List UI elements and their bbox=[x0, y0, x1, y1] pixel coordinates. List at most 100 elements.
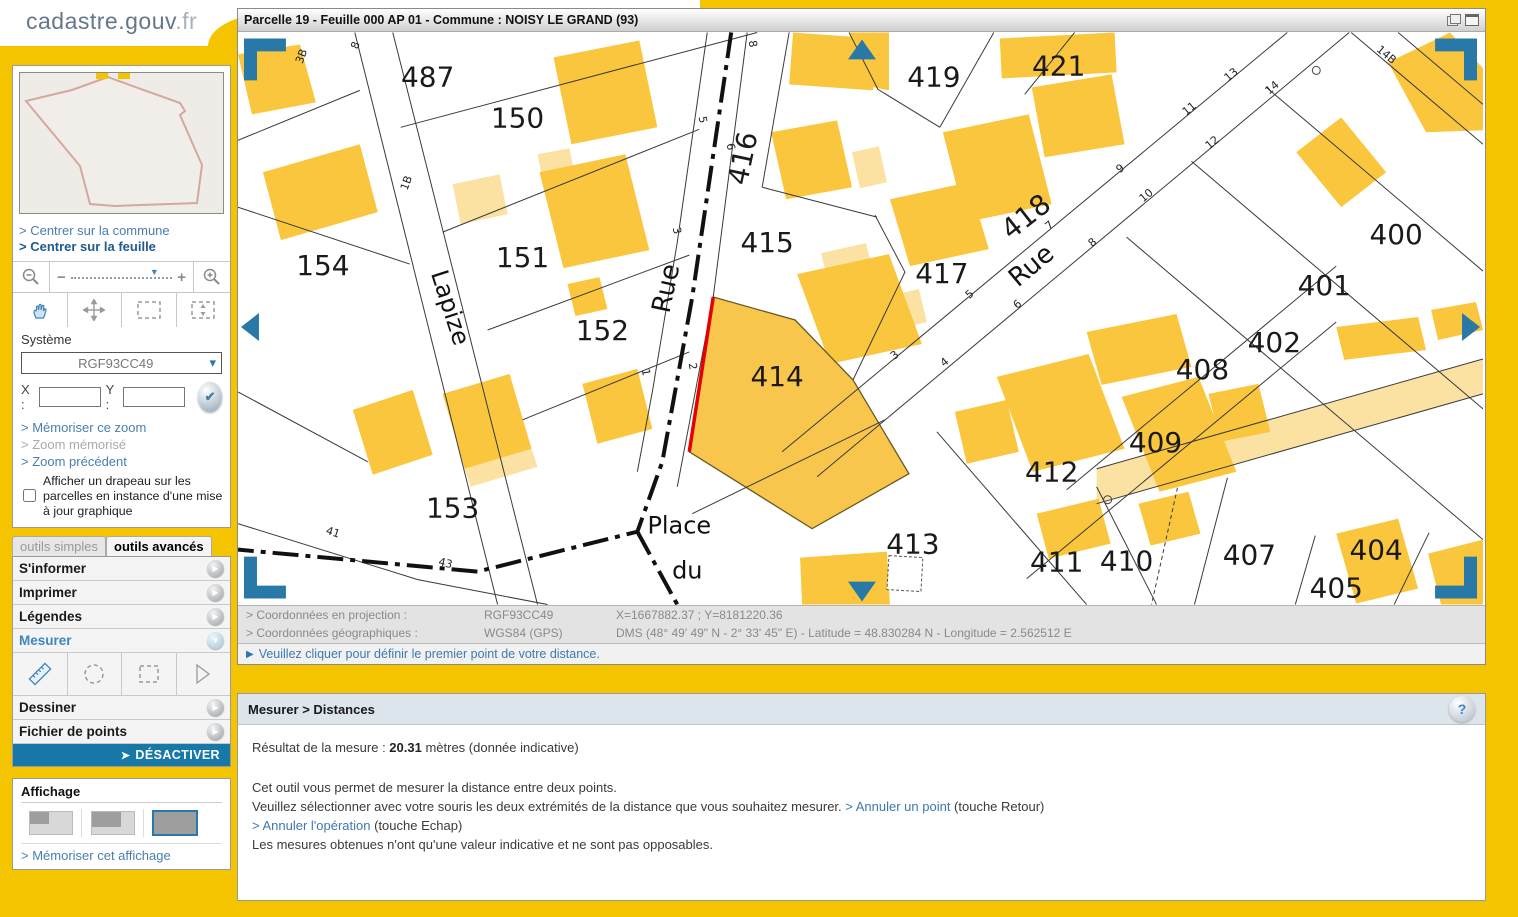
measure-result-value: 20.31 bbox=[389, 740, 422, 755]
dashed-circle-icon bbox=[81, 661, 107, 687]
measure-disclaimer: Les mesures obtenues n'ont qu'une valeur… bbox=[252, 835, 1471, 854]
memorize-zoom-link[interactable]: > Mémoriser ce zoom bbox=[21, 419, 222, 436]
dashed-square-icon bbox=[136, 661, 162, 687]
geographic-coords-label: > Coordonnées géographiques : bbox=[246, 626, 484, 640]
deactivate-label: DÉSACTIVER bbox=[135, 748, 220, 762]
layout-option-small-map[interactable] bbox=[21, 809, 82, 837]
parcel-label: 421 bbox=[1032, 49, 1085, 82]
measure-angle-tool[interactable] bbox=[177, 653, 231, 695]
help-button[interactable]: ? bbox=[1449, 696, 1475, 722]
menu-item-dessiner[interactable]: Dessiner ▶ bbox=[13, 696, 230, 720]
menu-label: Fichier de points bbox=[19, 724, 207, 739]
map-canvas[interactable]: 4871501511521531544144154164174184194214… bbox=[238, 32, 1483, 605]
system-select[interactable]: RGF93CC49 ▾ bbox=[21, 352, 222, 374]
zoom-slider-minus[interactable]: − bbox=[57, 269, 66, 286]
menu-item-legendes[interactable]: Légendes ▶ bbox=[13, 605, 230, 629]
restore-window-icon[interactable] bbox=[1447, 14, 1461, 26]
coordinate-inputs: X : Y : ✔ bbox=[13, 377, 230, 417]
measure-result: Résultat de la mesure : 20.31 mètres (do… bbox=[252, 738, 1471, 757]
pan-hand-tool[interactable] bbox=[13, 293, 68, 327]
parcel-label: 401 bbox=[1298, 269, 1351, 302]
projection-values: X=1667882.37 ; Y=8181220.36 bbox=[616, 608, 1485, 622]
parcel-label: 413 bbox=[886, 528, 939, 561]
dashed-building bbox=[887, 556, 923, 592]
cancel-operation-hint: (touche Echap) bbox=[371, 818, 463, 833]
flag-checkbox[interactable] bbox=[23, 475, 36, 516]
expand-arrow-icon: ▶ bbox=[207, 608, 224, 625]
instruction-bar: ▶ Veuillez cliquer pour définir le premi… bbox=[238, 643, 1485, 664]
measure-distance-tool[interactable] bbox=[13, 653, 68, 695]
measure-help-line1: Cet outil vous permet de mesurer la dist… bbox=[252, 778, 1471, 797]
parcel-label: 400 bbox=[1369, 218, 1422, 251]
parcel-label: 419 bbox=[907, 60, 960, 93]
instruction-text: Veuillez cliquer pour définir le premier… bbox=[259, 647, 600, 661]
sidebar: > Centrer sur la commune > Centrer sur l… bbox=[12, 65, 231, 870]
layout-option-full-map[interactable] bbox=[145, 809, 205, 837]
memorized-zoom-link: > Zoom mémorisé bbox=[21, 436, 222, 453]
x-label: X : bbox=[21, 382, 34, 412]
cancel-operation-link[interactable]: > Annuler l'opération bbox=[252, 818, 371, 833]
x-input[interactable] bbox=[39, 387, 101, 407]
cancel-point-link[interactable]: > Annuler un point bbox=[845, 799, 950, 814]
tab-outils-simples[interactable]: outils simples bbox=[12, 536, 106, 556]
zoom-in-button[interactable] bbox=[193, 262, 230, 292]
measure-help-line2: Veuillez sélectionner avec votre souris … bbox=[252, 797, 1471, 816]
system-label: Système bbox=[13, 327, 230, 349]
y-input[interactable] bbox=[123, 387, 185, 407]
memorize-display-link[interactable]: > Mémoriser cet affichage bbox=[21, 844, 222, 863]
layout-full-icon bbox=[152, 810, 198, 836]
parcel-label: 407 bbox=[1223, 539, 1276, 572]
logo-main: cadastre.gouv bbox=[26, 8, 175, 34]
previous-zoom-link[interactable]: > Zoom précédent bbox=[21, 453, 222, 470]
parcel-label: 410 bbox=[1100, 545, 1153, 578]
fit-extent-tool[interactable] bbox=[177, 293, 231, 327]
tools-menu: S'informer ▶ Imprimer ▶ Légendes ▶ Mesur… bbox=[12, 556, 231, 767]
overview-minimap[interactable] bbox=[19, 72, 224, 214]
measure-help-line3: > Annuler l'opération (touche Echap) bbox=[252, 816, 1471, 835]
measure-circle-tool[interactable] bbox=[68, 653, 123, 695]
coordinates-go-button[interactable]: ✔ bbox=[198, 382, 222, 412]
expand-arrow-icon: ▶ bbox=[207, 560, 224, 577]
recenter-tool[interactable] bbox=[68, 293, 123, 327]
zoom-slider[interactable]: − ▼ + bbox=[50, 262, 193, 292]
menu-item-sinformer[interactable]: S'informer ▶ bbox=[13, 557, 230, 581]
flag-checkbox-label: Afficher un drapeau sur les parcelles en… bbox=[43, 474, 224, 519]
zoom-out-button[interactable] bbox=[13, 262, 50, 292]
parcel-label: 415 bbox=[740, 226, 793, 259]
center-commune-link[interactable]: > Centrer sur la commune bbox=[19, 223, 224, 239]
center-feuille-link[interactable]: > Centrer sur la feuille bbox=[19, 239, 224, 255]
maximize-window-icon[interactable] bbox=[1465, 14, 1479, 26]
zoom-rectangle-tool[interactable] bbox=[122, 293, 177, 327]
system-select-value: RGF93CC49 bbox=[22, 356, 209, 371]
measure-area-tool[interactable] bbox=[122, 653, 177, 695]
layout-medium-icon bbox=[91, 811, 135, 835]
parcel-label: 151 bbox=[496, 241, 549, 274]
menu-label: Mesurer bbox=[19, 633, 207, 648]
menu-item-fichier-de-points[interactable]: Fichier de points ▶ bbox=[13, 720, 230, 744]
map-title: Parcelle 19 - Feuille 000 AP 01 - Commun… bbox=[244, 13, 1443, 27]
expand-arrow-icon: ▶ bbox=[207, 699, 224, 716]
tab-outils-avances[interactable]: outils avancés bbox=[106, 536, 212, 556]
hand-icon bbox=[29, 299, 51, 321]
zoom-slider-handle[interactable]: ▼ bbox=[150, 267, 159, 277]
layout-small-icon bbox=[29, 811, 73, 835]
measure-panel-title: Mesurer > Distances bbox=[248, 702, 1449, 717]
menu-item-imprimer[interactable]: Imprimer ▶ bbox=[13, 581, 230, 605]
geographic-values: DMS (48° 49' 49" N - 2° 33' 45" E) - Lat… bbox=[616, 626, 1485, 640]
measure-result-prefix: Résultat de la mesure : bbox=[252, 740, 389, 755]
menu-item-mesurer[interactable]: Mesurer ▼ bbox=[13, 629, 230, 653]
magnifier-plus-icon bbox=[202, 267, 222, 287]
parcel-label: 487 bbox=[401, 60, 454, 93]
layout-option-medium-map[interactable] bbox=[83, 809, 144, 837]
zoom-slider-track[interactable]: ▼ bbox=[71, 276, 172, 279]
projection-coords-label: > Coordonnées en projection : bbox=[246, 608, 484, 622]
display-options-title: Affichage bbox=[21, 784, 222, 803]
parcel-label: 404 bbox=[1350, 534, 1403, 567]
dashed-rectangle-arrows-icon bbox=[190, 300, 216, 320]
parcel-label: 153 bbox=[426, 492, 479, 525]
zoom-slider-plus[interactable]: + bbox=[177, 269, 186, 286]
magnifier-minus-icon bbox=[21, 267, 41, 287]
tools-tabs: outils simples outils avancés bbox=[12, 536, 231, 556]
parcel-label: 414 bbox=[750, 360, 803, 393]
deactivate-button[interactable]: ➤ DÉSACTIVER bbox=[13, 744, 230, 766]
